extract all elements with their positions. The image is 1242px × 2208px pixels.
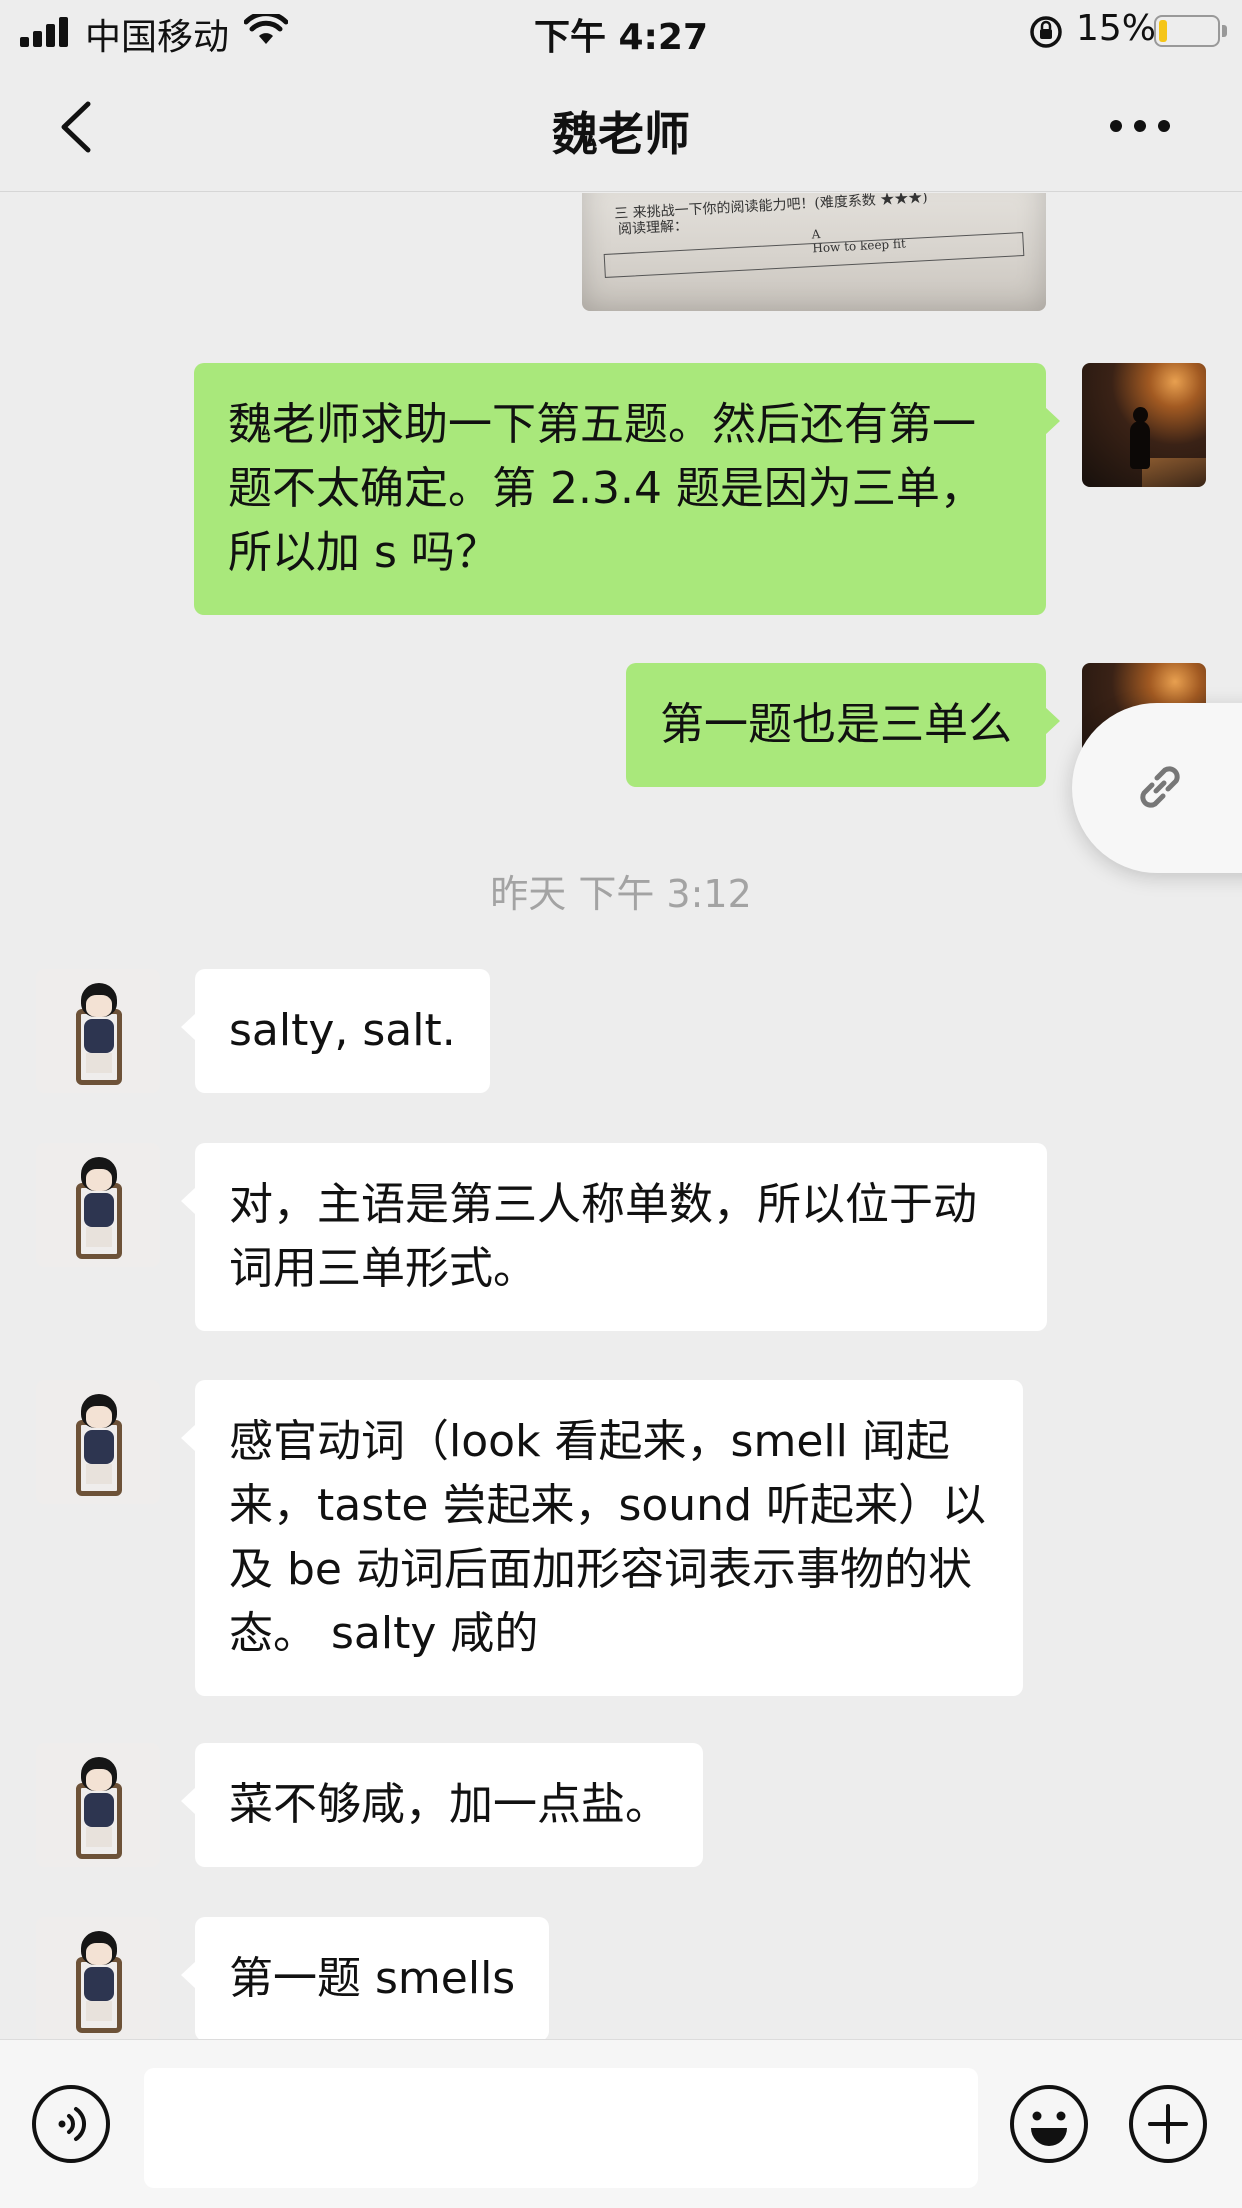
chat-title: 魏老师 — [552, 107, 690, 161]
battery-percent: 15% — [1076, 8, 1157, 49]
avatar-legs — [86, 2001, 112, 2021]
avatar-figure — [1130, 421, 1150, 469]
incoming-message[interactable]: 菜不够咸，加一点盐。 — [181, 1743, 703, 1867]
emoji-icon — [1010, 2085, 1088, 2163]
photo-text-line: 阅读理解： — [617, 218, 689, 238]
teacher-avatar[interactable] — [36, 1143, 160, 1267]
avatar-body — [84, 1193, 114, 1227]
more-dots-icon — [1110, 120, 1122, 132]
chat-header: 魏老师 — [0, 62, 1242, 192]
voice-icon — [32, 2085, 110, 2163]
floating-link-button[interactable] — [1072, 703, 1242, 873]
more-dots-icon — [1158, 120, 1170, 132]
link-icon — [1140, 766, 1180, 808]
message-list[interactable]: 三 来挑战一下你的阅读能力吧！(难度系数 ★★★) 阅读理解： A How to… — [0, 193, 1242, 2039]
battery-level — [1159, 20, 1167, 42]
voice-input-button[interactable] — [31, 2084, 111, 2164]
battery-tip — [1222, 25, 1227, 37]
photo-box-letter: A — [811, 227, 821, 242]
avatar-legs — [86, 1227, 112, 1247]
teacher-avatar[interactable] — [36, 969, 160, 1093]
avatar-face — [86, 995, 112, 1017]
teacher-avatar[interactable] — [36, 1380, 160, 1504]
avatar-body — [84, 1793, 114, 1827]
avatar-face — [86, 1406, 112, 1428]
more-actions-button[interactable] — [1128, 2084, 1208, 2164]
avatar-face — [86, 1769, 112, 1791]
emoji-button[interactable] — [1009, 2084, 1089, 2164]
plus-icon — [1129, 2085, 1207, 2163]
more-dots-icon — [1134, 120, 1146, 132]
message-input[interactable] — [144, 2068, 978, 2188]
incoming-message[interactable]: 第一题 smells — [180, 1917, 550, 2039]
avatar-body — [84, 1967, 114, 2001]
teacher-avatar[interactable] — [36, 1743, 160, 1867]
status-bar: 中国移动 下午 4:27 15% — [0, 0, 1242, 62]
image-message[interactable]: 三 来挑战一下你的阅读能力吧！(难度系数 ★★★) 阅读理解： A How to… — [582, 193, 1046, 311]
avatar-street — [1142, 458, 1206, 487]
teacher-avatar[interactable] — [36, 1917, 160, 2039]
my-avatar[interactable] — [1082, 363, 1206, 487]
incoming-message[interactable]: salty, salt. — [181, 969, 490, 1093]
more-options-button[interactable] — [1108, 112, 1178, 142]
outgoing-message[interactable]: 魏老师求助一下第五题。然后还有第一题不太确定。第 2.3.4 题是因为三单，所以… — [194, 363, 1060, 615]
incoming-message[interactable]: 感官动词（look 看起来，smell 闻起来，taste 尝起来，sound … — [181, 1380, 1023, 1696]
battery-icon — [1154, 15, 1220, 47]
avatar-body — [84, 1019, 114, 1053]
avatar-legs — [86, 1464, 112, 1484]
outgoing-message[interactable]: 第一题也是三单么 — [626, 663, 1060, 787]
message-timestamp: 昨天 下午 3:12 — [490, 872, 752, 916]
avatar-face — [86, 1169, 112, 1191]
input-bar — [0, 2039, 1242, 2208]
avatar-body — [84, 1430, 114, 1464]
avatar-legs — [86, 1827, 112, 1847]
avatar-legs — [86, 1053, 112, 1073]
rotation-lock-icon — [1030, 16, 1062, 48]
incoming-message[interactable]: 对，主语是第三人称单数，所以位于动词用三单形式。 — [181, 1143, 1047, 1331]
avatar-face — [86, 1943, 112, 1965]
